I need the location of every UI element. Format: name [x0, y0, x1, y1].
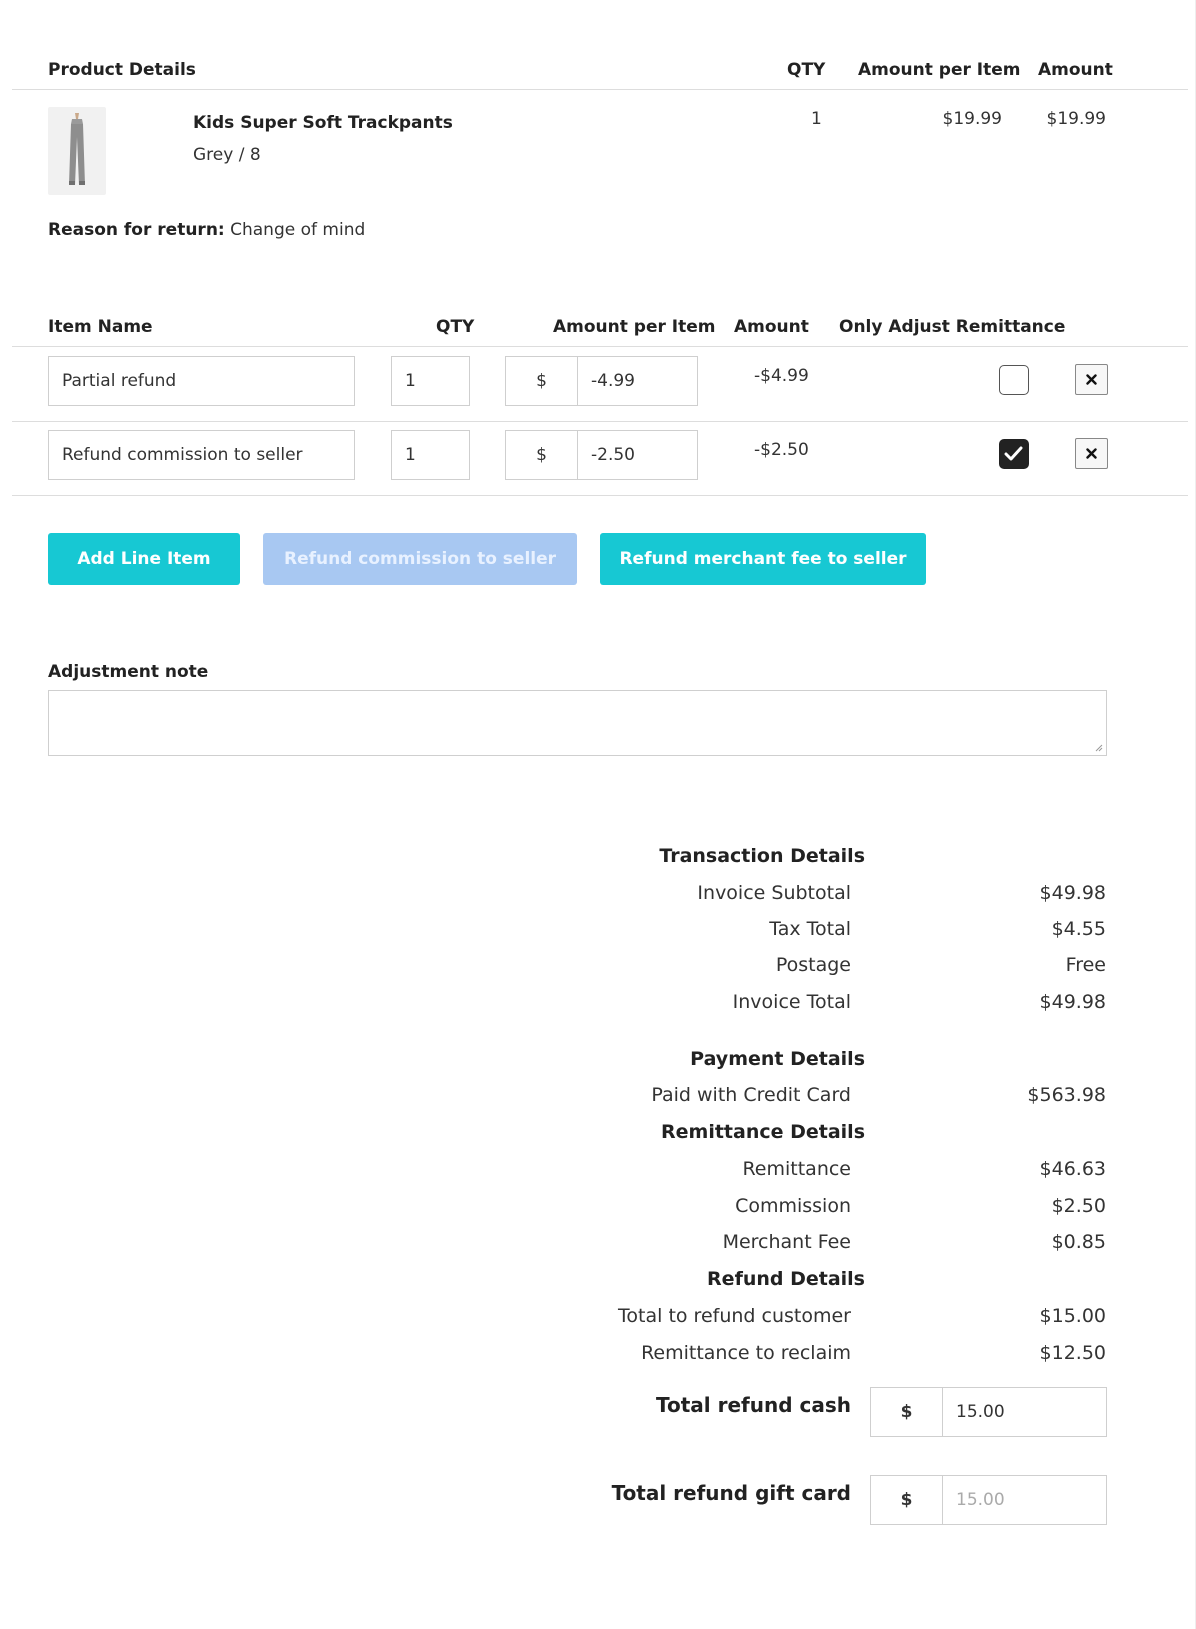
remittance-details-heading: Remittance Details: [661, 1121, 865, 1143]
item-qty-input[interactable]: 1: [391, 356, 470, 406]
merchant-fee-label: Merchant Fee: [722, 1231, 851, 1253]
line-qty-header: QTY: [436, 317, 475, 337]
product-header-divider: [12, 89, 1188, 90]
remove-line-item-button[interactable]: [1075, 438, 1108, 469]
checkmark-icon: [1004, 446, 1023, 461]
total-refund-gift-card-input[interactable]: 15.00: [942, 1475, 1107, 1525]
product-amount-per-item: $19.99: [942, 109, 1002, 129]
line-amount-header: Amount: [734, 317, 809, 337]
qty-header: QTY: [787, 60, 826, 80]
adjustment-note-label: Adjustment note: [48, 662, 209, 682]
item-price-input[interactable]: -4.99: [577, 356, 698, 406]
item-qty-input[interactable]: 1: [391, 430, 470, 480]
currency-prefix: $: [505, 356, 577, 406]
currency-prefix: $: [505, 430, 577, 480]
tax-total-label: Tax Total: [769, 918, 851, 940]
trackpants-thumbnail: [48, 107, 106, 195]
item-name-header: Item Name: [48, 317, 153, 337]
postage-value: Free: [1065, 954, 1106, 976]
resize-handle-icon[interactable]: [1094, 743, 1103, 752]
product-amount: $19.99: [1046, 109, 1106, 129]
add-line-item-button[interactable]: Add Line Item: [48, 533, 240, 585]
amount-header: Amount: [1038, 60, 1113, 80]
total-refund-cash-input[interactable]: 15.00: [942, 1387, 1107, 1437]
payment-details-heading: Payment Details: [690, 1048, 865, 1070]
only-adjust-remittance-checkbox[interactable]: [999, 439, 1029, 469]
paid-credit-card-value: $563.98: [1027, 1084, 1106, 1106]
close-icon: [1086, 374, 1097, 385]
item-amount: -$2.50: [754, 440, 809, 460]
trackpants-icon: [69, 113, 85, 185]
invoice-subtotal-value: $49.98: [1039, 882, 1106, 904]
line-amount-per-item-header: Amount per Item: [553, 317, 716, 337]
transaction-details-heading: Transaction Details: [659, 845, 865, 867]
remittance-reclaim-label: Remittance to reclaim: [641, 1342, 851, 1364]
refund-merchant-fee-button[interactable]: Refund merchant fee to seller: [600, 533, 926, 585]
commission-label: Commission: [735, 1195, 851, 1217]
product-variant: Grey / 8: [193, 145, 261, 165]
remittance-label: Remittance: [742, 1158, 851, 1180]
remittance-reclaim-value: $12.50: [1039, 1342, 1106, 1364]
total-refund-cash-label: Total refund cash: [656, 1393, 851, 1417]
remittance-value: $46.63: [1039, 1158, 1106, 1180]
only-adjust-remittance-checkbox[interactable]: [999, 365, 1029, 395]
refund-gift-currency-prefix: $: [870, 1475, 942, 1525]
postage-label: Postage: [775, 954, 851, 976]
return-reason-label: Reason for return:: [48, 220, 225, 240]
item-amount: -$4.99: [754, 366, 809, 386]
close-icon: [1086, 448, 1097, 459]
paid-credit-card-label: Paid with Credit Card: [651, 1084, 851, 1106]
invoice-total-label: Invoice Total: [732, 991, 851, 1013]
remove-line-item-button[interactable]: [1075, 364, 1108, 395]
refund-commission-button[interactable]: Refund commission to seller: [263, 533, 577, 585]
product-details-header: Product Details: [48, 60, 196, 80]
refund-cash-currency-prefix: $: [870, 1387, 942, 1437]
only-adjust-remittance-header: Only Adjust Remittance: [839, 317, 1066, 337]
invoice-subtotal-label: Invoice Subtotal: [697, 882, 851, 904]
refund-details-heading: Refund Details: [707, 1268, 865, 1290]
total-refund-customer-value: $15.00: [1039, 1305, 1106, 1327]
total-refund-gift-card-label: Total refund gift card: [611, 1481, 851, 1505]
line-item-divider: [12, 421, 1188, 422]
invoice-total-value: $49.98: [1039, 991, 1106, 1013]
product-qty: 1: [811, 109, 822, 129]
product-name: Kids Super Soft Trackpants: [193, 113, 453, 133]
amount-per-item-header: Amount per Item: [858, 60, 1021, 80]
item-name-input[interactable]: Partial refund: [48, 356, 355, 406]
return-reason-value: Change of mind: [230, 220, 366, 240]
tax-total-value: $4.55: [1051, 918, 1106, 940]
commission-value: $2.50: [1051, 1195, 1106, 1217]
item-price-input[interactable]: -2.50: [577, 430, 698, 480]
line-items-bottom-divider: [12, 495, 1188, 496]
adjustment-note-textarea[interactable]: [48, 690, 1107, 756]
total-refund-customer-label: Total to refund customer: [618, 1305, 851, 1327]
return-reason: Reason for return: Change of mind: [48, 220, 365, 240]
line-items-header-divider: [12, 346, 1188, 347]
item-name-input[interactable]: Refund commission to seller: [48, 430, 355, 480]
merchant-fee-value: $0.85: [1051, 1231, 1106, 1253]
